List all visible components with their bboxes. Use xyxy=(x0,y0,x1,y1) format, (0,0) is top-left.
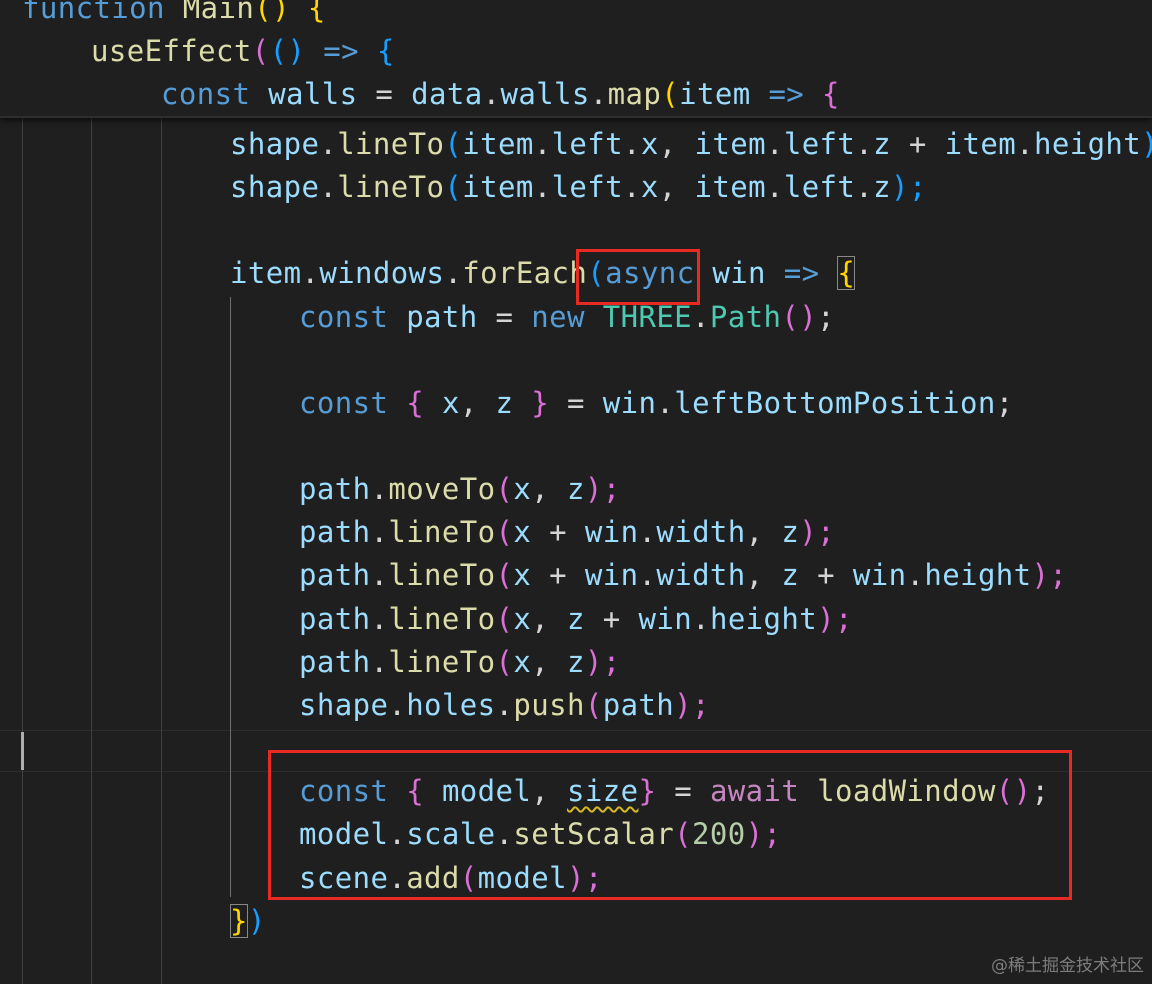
code-line[interactable]: const { x, z } = win.leftBottomPosition; xyxy=(299,382,1014,425)
code-line[interactable]: }) xyxy=(230,900,266,943)
code-line[interactable]: path.lineTo(x, z); xyxy=(299,641,621,684)
code-line[interactable]: shape.lineTo(item.left.x, item.left.z); xyxy=(230,166,927,209)
warning-squiggle[interactable]: size xyxy=(567,774,638,808)
indent-guide-active xyxy=(230,297,231,897)
code-line[interactable]: const { model, size} = await loadWindow(… xyxy=(299,770,1049,813)
text-cursor xyxy=(21,732,24,770)
indent-guide xyxy=(161,116,162,984)
code-line[interactable]: scene.add(model); xyxy=(299,857,603,900)
indent-guide xyxy=(22,116,23,984)
code-line[interactable]: useEffect(() => { xyxy=(91,30,395,73)
code-line[interactable]: shape.lineTo(item.left.x, item.left.z + … xyxy=(230,123,1152,166)
code-line[interactable]: path.lineTo(x + win.width, z + win.heigh… xyxy=(299,554,1067,597)
code-line[interactable]: path.lineTo(x + win.width, z); xyxy=(299,511,835,554)
code-line[interactable]: const path = new THREE.Path(); xyxy=(299,296,835,339)
watermark: @稀土掘金技术社区 xyxy=(991,956,1144,976)
sticky-scroll-header[interactable]: function Main() { useEffect(() => { cons… xyxy=(0,0,1152,118)
code-line[interactable]: model.scale.setScalar(200); xyxy=(299,813,781,856)
code-line[interactable]: const walls = data.walls.map(item => { xyxy=(161,73,840,116)
code-line[interactable]: function Main() { xyxy=(22,0,326,30)
code-line[interactable]: item.windows.forEach(async win => { xyxy=(230,252,856,295)
code-line[interactable]: shape.holes.push(path); xyxy=(299,684,710,727)
code-line[interactable]: path.moveTo(x, z); xyxy=(299,468,621,511)
current-line-highlight xyxy=(0,730,1152,772)
code-line[interactable]: path.lineTo(x, z + win.height); xyxy=(299,598,853,641)
code-editor[interactable]: function Main() { useEffect(() => { cons… xyxy=(0,0,1152,984)
indent-guide xyxy=(91,116,92,984)
